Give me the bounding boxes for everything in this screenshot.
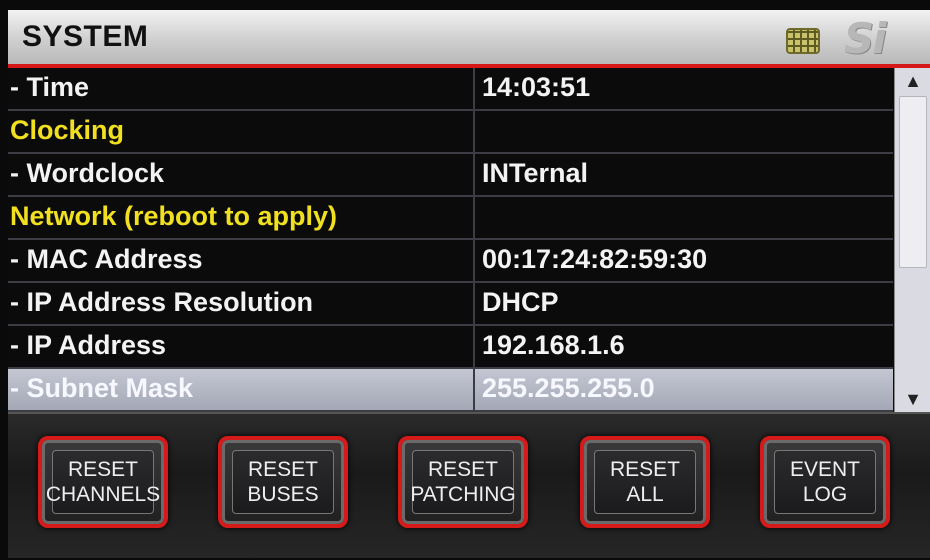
reset-buses-button[interactable]: RESET BUSES	[218, 436, 348, 528]
row-label: - IP Address Resolution	[10, 287, 314, 317]
row-value: 255.255.255.0	[482, 373, 655, 403]
row-value: 14:03:51	[482, 72, 591, 102]
button-face: RESET CHANNELS	[46, 450, 160, 514]
button-face: RESET PATCHING	[410, 450, 516, 514]
button-label-line1: RESET	[247, 458, 318, 481]
row-label: - Subnet Mask	[10, 373, 194, 403]
row-value: 00:17:24:82:59:30	[482, 244, 708, 274]
settings-table: - Time 14:03:51 Clocking - Wordclock INT…	[8, 68, 893, 412]
row-ip-address-resolution[interactable]: - IP Address Resolution DHCP	[8, 283, 893, 326]
row-label: - MAC Address	[10, 244, 203, 274]
column-divider	[473, 326, 475, 369]
scroll-thumb[interactable]	[899, 96, 927, 268]
column-divider	[473, 283, 475, 326]
button-label-line1: EVENT	[789, 458, 860, 481]
row-label: - Time	[10, 72, 90, 102]
row-time[interactable]: - Time 14:03:51	[8, 68, 893, 111]
column-divider	[473, 154, 475, 197]
column-divider	[473, 111, 475, 154]
row-label: - IP Address	[10, 330, 167, 360]
column-divider	[473, 197, 475, 240]
column-divider	[473, 369, 475, 412]
button-label-line2: BUSES	[247, 483, 319, 506]
reset-channels-button[interactable]: RESET CHANNELS	[38, 436, 168, 528]
reset-all-button[interactable]: RESET ALL	[580, 436, 710, 528]
button-label-line1: RESET	[427, 458, 498, 481]
scroll-down-icon[interactable]: ▼	[895, 386, 930, 412]
button-label-line2: CHANNELS	[45, 483, 161, 506]
button-face: RESET BUSES	[232, 450, 334, 514]
section-network: Network (reboot to apply)	[8, 197, 893, 240]
keypad-icon[interactable]	[786, 28, 820, 54]
column-divider	[473, 68, 475, 111]
row-subnet-mask[interactable]: - Subnet Mask 255.255.255.0	[8, 369, 893, 412]
row-mac-address[interactable]: - MAC Address 00:17:24:82:59:30	[8, 240, 893, 283]
button-label-line1: RESET	[67, 458, 138, 481]
row-value: DHCP	[482, 287, 559, 317]
button-label-line1: RESET	[609, 458, 680, 481]
title-bar: SYSTEM Si	[8, 10, 930, 68]
system-screen: SYSTEM Si - Time 14:03:51 Clocking - Wor…	[8, 10, 930, 558]
button-face: EVENT LOG	[774, 450, 876, 514]
section-clocking: Clocking	[8, 111, 893, 154]
row-wordclock[interactable]: - Wordclock INTernal	[8, 154, 893, 197]
button-label-line2: ALL	[626, 483, 664, 506]
row-value: INTernal	[482, 158, 589, 188]
button-panel: RESET CHANNELS RESET BUSES RESET PATCHIN…	[8, 412, 930, 558]
column-divider	[473, 240, 475, 283]
page-title: SYSTEM	[22, 20, 149, 53]
reset-patching-button[interactable]: RESET PATCHING	[398, 436, 528, 528]
button-face: RESET ALL	[594, 450, 696, 514]
button-label-line2: LOG	[802, 483, 848, 506]
row-ip-address[interactable]: - IP Address 192.168.1.6	[8, 326, 893, 369]
button-label-line2: PATCHING	[410, 483, 516, 506]
section-header: Clocking	[10, 115, 125, 145]
brand-logo: Si	[844, 14, 887, 63]
vertical-scrollbar[interactable]: ▲ ▼	[894, 68, 930, 412]
row-label: - Wordclock	[10, 158, 165, 188]
row-value: 192.168.1.6	[482, 330, 625, 360]
scroll-up-icon[interactable]: ▲	[895, 68, 930, 94]
section-header: Network (reboot to apply)	[10, 201, 338, 231]
event-log-button[interactable]: EVENT LOG	[760, 436, 890, 528]
